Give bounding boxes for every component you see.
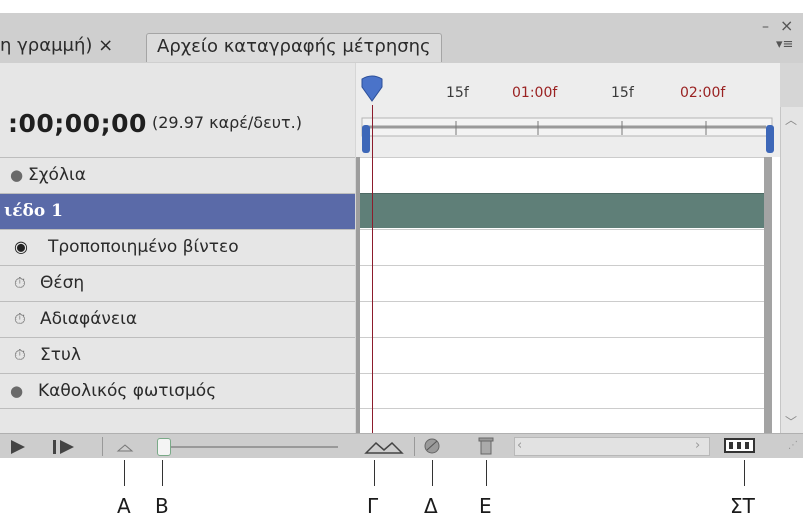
frame-rate-label: (29.97 καρέ/δευτ.) [152,113,302,132]
callout-line [486,460,487,486]
tab-timeline[interactable]: η γραμμή) × [0,33,145,63]
track-row[interactable] [360,337,768,372]
stopwatch-icon[interactable]: ⏱ [14,302,26,336]
layer-row-selected[interactable]: ιέδο 1 [0,193,355,229]
eye-icon[interactable]: ◉ [14,230,28,264]
layer-label: Τροποποιημένο βίντεο [48,237,239,257]
zoom-slider-thumb[interactable] [157,438,171,456]
next-frame-icon[interactable] [50,438,80,456]
callout-line [124,460,125,486]
close-icon[interactable]: × [780,16,793,35]
panel-menu-icon[interactable]: ▾≡ [776,37,793,52]
track-left-border [356,157,360,433]
circle-bullet-icon: ● [10,166,24,184]
layer-label: Σχόλια [28,165,86,185]
stopwatch-icon[interactable]: ⏱ [14,338,26,372]
divider [414,437,415,456]
zoom-slider-track[interactable] [160,446,338,448]
layer-row[interactable]: ⏱ Στυλ [0,337,355,373]
callout-line [432,460,433,486]
minimize-icon[interactable]: – [762,19,769,35]
layer-row[interactable]: ◉ Τροποποιημένο βίντεο [0,229,355,265]
zoom-out-icon[interactable] [116,440,134,454]
callout-d: Δ [424,494,438,518]
callout-line [162,460,163,486]
scroll-right-icon[interactable]: › [695,438,700,453]
horizontal-scrollbar[interactable]: ‹ › [514,437,710,456]
stopwatch-icon[interactable]: ⏱ [14,266,26,300]
time-ruler[interactable]: 15f 01:00f 15f 02:00f [356,63,780,157]
tab-bar: η γραμμή) × Αρχείο καταγραφής μέτρησης –… [0,13,803,63]
trash-icon[interactable] [478,436,494,456]
clip-bar[interactable] [360,193,768,228]
bottom-controls: ‹ › ⋰ [0,433,803,458]
work-area-end [764,157,772,433]
tab-measurement-log[interactable]: Αρχείο καταγραφής μέτρησης [146,33,442,62]
layer-label: ιέδο 1 [4,201,63,221]
layer-label: Θέση [40,273,85,293]
tab-timeline-label: η γραμμή) × [0,35,114,56]
timeline-panel: η γραμμή) × Αρχείο καταγραφής μέτρησης –… [0,13,803,458]
layer-row[interactable]: ⏱ Αδιαφάνεια [0,301,355,337]
scroll-up-icon[interactable]: ︿ [785,111,797,128]
circle-bullet-icon: ● [10,382,24,400]
layer-row[interactable]: ● Σχόλια [0,157,355,193]
scroll-left-icon[interactable]: ‹ [517,438,522,453]
track-row[interactable] [360,265,768,300]
callout-a: A [117,494,131,518]
track-row[interactable] [360,301,768,336]
callout-f: ΣΤ [730,494,755,518]
resize-grip-icon[interactable]: ⋰ [788,440,798,451]
tab-measurement-log-label: Αρχείο καταγραφής μέτρησης [157,36,431,57]
layer-label: Αδιαφάνεια [40,309,138,329]
layer-label: Στυλ [40,345,81,365]
track-row[interactable] [360,157,768,192]
timeline-view-icon[interactable] [724,437,756,455]
playhead-marker[interactable] [360,75,384,105]
layers-column: :00;00;00 (29.97 καρέ/δευτ.) ● Σχόλια ιέ… [0,63,355,433]
vertical-scrollbar[interactable]: ︿ ﹀ [780,107,803,433]
callout-line [744,460,745,486]
layer-row[interactable]: ⏱ Θέση [0,265,355,301]
track-row[interactable] [360,229,768,264]
scroll-down-icon[interactable]: ﹀ [785,413,797,430]
current-time-display[interactable]: :00;00;00 [8,109,147,138]
callout-c: Γ [367,494,379,518]
track-row[interactable] [360,373,768,409]
callout-line [374,460,375,486]
divider [102,437,103,456]
callout-e: E [479,494,492,518]
playhead-line [372,105,373,433]
onion-skin-icon[interactable] [422,436,442,456]
callout-b: B [155,494,169,518]
timeline-tracks[interactable]: 15f 01:00f 15f 02:00f [356,63,780,433]
play-icon[interactable] [8,438,28,456]
layer-row[interactable]: ● Καθολικός φωτισμός [0,373,355,409]
layer-label: Καθολικός φωτισμός [38,381,217,401]
zoom-in-icon[interactable] [364,438,404,456]
ruler-graphics [361,117,774,153]
